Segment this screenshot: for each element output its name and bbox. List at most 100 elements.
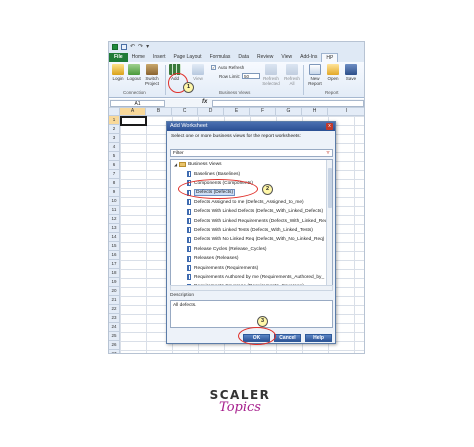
select-all-corner[interactable] xyxy=(109,108,120,116)
row-header[interactable]: 19 xyxy=(109,278,120,287)
login-button[interactable]: Login xyxy=(112,64,124,81)
tree-item-label: Defects With No Linked Req (Defects_With… xyxy=(194,237,325,243)
tree-item[interactable]: Requirements Authored by me (Requirement… xyxy=(187,273,324,281)
filter-field[interactable]: Filter ▿ xyxy=(170,149,333,157)
row-header[interactable]: 23 xyxy=(109,314,120,323)
cancel-button[interactable]: Cancel xyxy=(274,334,301,342)
column-header-c[interactable]: C xyxy=(172,108,198,116)
view-button[interactable]: View xyxy=(192,64,204,81)
expand-arrow-icon[interactable]: ◢ xyxy=(174,162,177,167)
help-button[interactable]: Help xyxy=(305,334,332,342)
tab-data[interactable]: Data xyxy=(234,53,253,62)
logout-icon xyxy=(127,64,140,75)
tab-hp[interactable]: HP xyxy=(321,53,339,62)
column-header-h[interactable]: H xyxy=(302,108,328,116)
row-header[interactable]: 20 xyxy=(109,287,120,296)
row-header[interactable]: 27 xyxy=(109,350,120,353)
row-header[interactable]: 5 xyxy=(109,152,120,161)
row-header[interactable]: 14 xyxy=(109,233,120,242)
tab-add-ins[interactable]: Add-Ins xyxy=(296,53,321,62)
switch-project-button[interactable]: Switch Project xyxy=(144,64,160,86)
tree-item-label: Releases (Releases) xyxy=(194,256,239,262)
column-header-g[interactable]: G xyxy=(276,108,302,116)
column-header-f[interactable]: F xyxy=(250,108,276,116)
scroll-thumb[interactable] xyxy=(328,168,332,208)
refresh-all-icon xyxy=(286,64,298,75)
tree-item[interactable]: Defects Assigned to me (Defects_Assigned… xyxy=(187,198,304,206)
tree-item[interactable]: Defects With No Linked Req (Defects_With… xyxy=(187,236,324,244)
undo-icon[interactable]: ↶ xyxy=(130,44,135,50)
tree-horizontal-scrollbar[interactable] xyxy=(170,285,333,291)
group-business-views: Business Views xyxy=(219,90,251,95)
row-header[interactable]: 17 xyxy=(109,260,120,269)
funnel-icon[interactable]: ▿ xyxy=(324,150,332,156)
customize-menu-icon[interactable]: ▾ xyxy=(146,44,149,50)
row-header[interactable]: 6 xyxy=(109,161,120,170)
callout-badge-1: 1 xyxy=(183,82,194,93)
tree-item[interactable]: Requirements (Requirements) xyxy=(187,264,258,272)
tab-review[interactable]: Review xyxy=(253,53,277,62)
refresh-selected-label: Refresh Selected xyxy=(262,76,280,86)
row-limit-input[interactable]: 50 xyxy=(242,73,261,79)
auto-refresh-box[interactable]: ✓ xyxy=(211,65,216,70)
tree-item[interactable]: Releases (Releases) xyxy=(187,255,239,263)
group-connection: Connection xyxy=(123,90,146,95)
row-header[interactable]: 25 xyxy=(109,332,120,341)
save-report-button[interactable]: Save xyxy=(345,64,357,81)
add-worksheet-dialog: Add Worksheet x Select one or more busin… xyxy=(166,121,336,344)
save-icon[interactable] xyxy=(121,44,127,50)
tree-item[interactable]: Defects With Linked Defects (Defects_Wit… xyxy=(187,208,323,216)
row-header[interactable]: 11 xyxy=(109,206,120,215)
tab-view[interactable]: View xyxy=(277,53,296,62)
row-header[interactable]: 26 xyxy=(109,341,120,350)
row-header[interactable]: 1 xyxy=(109,116,120,125)
refresh-all-button[interactable]: Refresh All xyxy=(283,64,301,86)
close-icon[interactable]: x xyxy=(326,123,333,130)
tree-item[interactable]: Defects With Linked Tests (Defects_With_… xyxy=(187,226,313,234)
row-header[interactable]: 16 xyxy=(109,251,120,260)
column-header-d[interactable]: D xyxy=(198,108,224,116)
row-header[interactable]: 8 xyxy=(109,179,120,188)
dialog-title: Add Worksheet xyxy=(170,123,208,129)
active-cell[interactable] xyxy=(120,116,147,126)
redo-icon[interactable]: ↷ xyxy=(138,44,143,50)
tab-page-layout[interactable]: Page Layout xyxy=(169,53,205,62)
column-header-b[interactable]: B xyxy=(146,108,172,116)
tree-item[interactable]: Baselines (Baselines) xyxy=(187,170,240,178)
tree-root[interactable]: ◢ Business Views xyxy=(174,162,222,167)
row-header[interactable]: 7 xyxy=(109,170,120,179)
new-report-button[interactable]: New Report xyxy=(306,64,324,86)
tab-home[interactable]: Home xyxy=(128,53,149,62)
refresh-selected-button[interactable]: Refresh Selected xyxy=(261,64,281,86)
row-header[interactable]: 18 xyxy=(109,269,120,278)
row-header[interactable]: 15 xyxy=(109,242,120,251)
name-box[interactable]: A1 xyxy=(110,100,165,107)
logout-button[interactable]: Logout xyxy=(127,64,141,81)
tab-formulas[interactable]: Formulas xyxy=(206,53,235,62)
callout-badge-2: 2 xyxy=(262,184,273,195)
tree-vertical-scrollbar[interactable] xyxy=(326,160,332,290)
tab-file[interactable]: File xyxy=(109,53,128,62)
fx-icon[interactable]: fx xyxy=(202,99,207,105)
ribbon-separator xyxy=(303,65,304,95)
column-header-a[interactable]: A xyxy=(120,108,146,116)
formula-input[interactable] xyxy=(212,100,364,107)
open-button[interactable]: Open xyxy=(327,64,339,81)
row-header[interactable]: 4 xyxy=(109,143,120,152)
row-header[interactable]: 22 xyxy=(109,305,120,314)
column-header-i[interactable]: I xyxy=(328,108,364,116)
row-header[interactable]: 10 xyxy=(109,197,120,206)
row-header[interactable]: 13 xyxy=(109,224,120,233)
auto-refresh-checkbox[interactable]: ✓ Auto Refresh xyxy=(211,65,244,70)
row-header[interactable]: 21 xyxy=(109,296,120,305)
tab-insert[interactable]: Insert xyxy=(149,53,170,62)
row-header[interactable]: 3 xyxy=(109,134,120,143)
row-header[interactable]: 9 xyxy=(109,188,120,197)
tree-item[interactable]: Release Cycles (Release_Cycles) xyxy=(187,245,267,253)
tree-item[interactable]: Defects With Linked Requirements (Defect… xyxy=(187,217,328,225)
row-header[interactable]: 12 xyxy=(109,215,120,224)
row-header[interactable]: 24 xyxy=(109,323,120,332)
column-header-e[interactable]: E xyxy=(224,108,250,116)
row-header[interactable]: 2 xyxy=(109,125,120,134)
business-views-tree[interactable]: ◢ Business Views Baselines (Baselines) Co… xyxy=(170,159,333,291)
